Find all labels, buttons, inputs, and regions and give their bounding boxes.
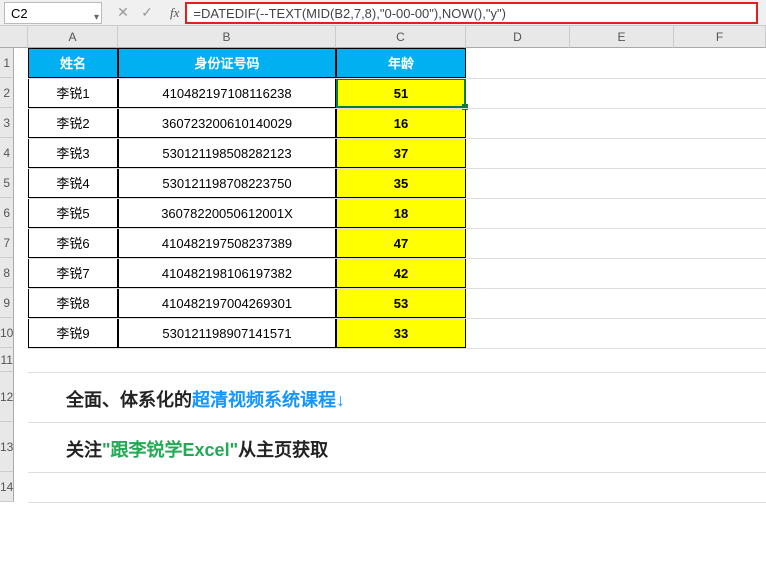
promo-line-2: 关注"跟李锐学Excel"从主页获取 [66,436,328,462]
column-headers: ABCDEF [28,26,766,48]
cell-age[interactable]: 53 [336,288,466,318]
promo-line-1: 全面、体系化的超清视频系统课程↓ [66,386,345,412]
formula-input[interactable]: =DATEDIF(--TEXT(MID(B2,7,8),"0-00-00"),N… [185,2,758,24]
cell-name[interactable]: 李锐4 [28,168,118,198]
name-box[interactable]: C2 ▾ [4,2,102,24]
select-all-corner[interactable] [0,26,28,48]
row-header-1[interactable]: 1 [0,48,14,78]
row-header-6[interactable]: 6 [0,198,14,228]
name-box-value: C2 [11,6,28,21]
table-row: 李锐741048219810619738242 [28,258,466,288]
col-header-C[interactable]: C [336,26,466,48]
cell-name[interactable]: 李锐1 [28,78,118,108]
header-id[interactable]: 身份证号码 [118,48,336,78]
cell-name[interactable]: 李锐2 [28,108,118,138]
fx-icon[interactable]: fx [164,5,185,21]
cell-id[interactable]: 36078220050612001X [118,198,336,228]
col-header-E[interactable]: E [570,26,674,48]
cell-age[interactable]: 51 [336,78,466,108]
table-row: 李锐453012119870822375035 [28,168,466,198]
col-header-A[interactable]: A [28,26,118,48]
row-header-3[interactable]: 3 [0,108,14,138]
formula-bar: C2 ▾ ✕ ✓ fx =DATEDIF(--TEXT(MID(B2,7,8),… [0,0,766,26]
cell-name[interactable]: 李锐3 [28,138,118,168]
col-header-B[interactable]: B [118,26,336,48]
formula-text: =DATEDIF(--TEXT(MID(B2,7,8),"0-00-00"),N… [193,6,506,21]
row-header-9[interactable]: 9 [0,288,14,318]
cell-name[interactable]: 李锐9 [28,318,118,348]
cell-id[interactable]: 410482197004269301 [118,288,336,318]
cell-age[interactable]: 18 [336,198,466,228]
cancel-icon[interactable]: ✕ [114,4,132,21]
cell-age[interactable]: 37 [336,138,466,168]
row-header-8[interactable]: 8 [0,258,14,288]
table-row: 李锐641048219750823738947 [28,228,466,258]
cell-age[interactable]: 16 [336,108,466,138]
cell-age[interactable]: 47 [336,228,466,258]
row-headers: 1234567891011121314 [0,48,14,502]
cell-name[interactable]: 李锐5 [28,198,118,228]
cell-id[interactable]: 410482197108116238 [118,78,336,108]
col-header-F[interactable]: F [674,26,766,48]
cell-age[interactable]: 33 [336,318,466,348]
formula-buttons: ✕ ✓ [106,4,164,21]
cell-id[interactable]: 360723200610140029 [118,108,336,138]
cell-name[interactable]: 李锐7 [28,258,118,288]
fill-handle[interactable] [462,104,468,110]
cell-id[interactable]: 530121198907141571 [118,318,336,348]
header-name[interactable]: 姓名 [28,48,118,78]
table-row: 李锐236072320061014002916 [28,108,466,138]
table-row: 李锐141048219710811623851 [28,78,466,108]
cell-id[interactable]: 530121198508282123 [118,138,336,168]
cell-age[interactable]: 35 [336,168,466,198]
header-age[interactable]: 年龄 [336,48,466,78]
table-row: 李锐953012119890714157133 [28,318,466,348]
cell-id[interactable]: 410482198106197382 [118,258,336,288]
row-header-4[interactable]: 4 [0,138,14,168]
cell-id[interactable]: 530121198708223750 [118,168,336,198]
row-header-5[interactable]: 5 [0,168,14,198]
col-header-D[interactable]: D [466,26,570,48]
row-header-14[interactable]: 14 [0,472,14,502]
row-header-2[interactable]: 2 [0,78,14,108]
table-row: 李锐353012119850828212337 [28,138,466,168]
table-row: 李锐536078220050612001X18 [28,198,466,228]
cell-name[interactable]: 李锐6 [28,228,118,258]
row-header-10[interactable]: 10 [0,318,14,348]
row-header-13[interactable]: 13 [0,422,14,472]
table-row: 李锐841048219700426930153 [28,288,466,318]
cell-age[interactable]: 42 [336,258,466,288]
cell-id[interactable]: 410482197508237389 [118,228,336,258]
row-header-12[interactable]: 12 [0,372,14,422]
cell-name[interactable]: 李锐8 [28,288,118,318]
enter-icon[interactable]: ✓ [138,4,156,21]
worksheet: ABCDEF 1234567891011121314 姓名身份证号码年龄李锐14… [0,26,766,48]
row-header-7[interactable]: 7 [0,228,14,258]
row-header-11[interactable]: 11 [0,348,14,372]
